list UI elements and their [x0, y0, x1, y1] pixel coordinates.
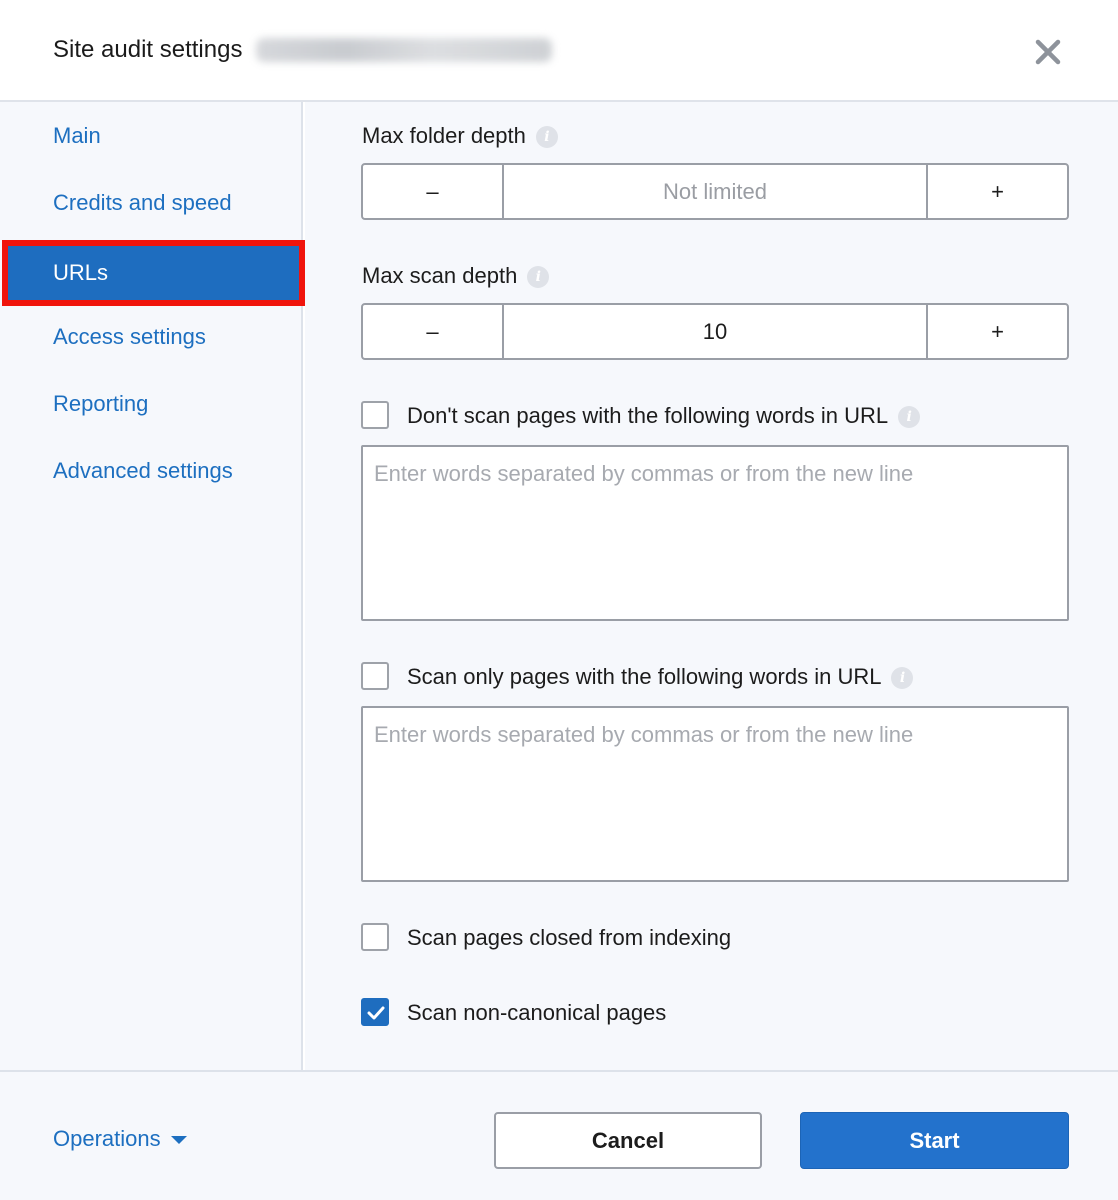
increment-button[interactable]: + [926, 165, 1067, 218]
sidebar-item-main[interactable]: Main [53, 123, 101, 149]
checkmark-icon [367, 1006, 385, 1020]
include-words-text: Scan only pages with the following words… [407, 664, 882, 689]
operations-label: Operations [53, 1126, 161, 1151]
max-scan-depth-stepper: – 10 + [361, 303, 1069, 360]
decrement-button[interactable]: – [363, 305, 504, 358]
sidebar-item-urls[interactable]: URLs [2, 240, 305, 306]
info-icon[interactable]: i [898, 406, 921, 429]
blurred-account-email [256, 38, 552, 62]
include-words-checkbox[interactable] [361, 662, 389, 690]
settings-sidebar: Main Credits and speed URLs Access setti… [0, 102, 305, 1070]
close-icon[interactable] [1028, 32, 1068, 72]
start-button[interactable]: Start [800, 1112, 1069, 1169]
max-scan-depth-text: Max scan depth [362, 263, 518, 288]
dialog-title: Site audit settings [53, 36, 243, 63]
scan-closed-pages-checkbox[interactable] [361, 923, 389, 951]
decrement-button[interactable]: – [363, 165, 504, 218]
max-folder-depth-text: Max folder depth [362, 123, 526, 148]
sidebar-item-advanced-settings[interactable]: Advanced settings [53, 458, 233, 484]
dialog-header: Site audit settings [0, 0, 1118, 102]
max-folder-depth-label: Max folder depth i [362, 123, 558, 149]
max-folder-depth-stepper: – Not limited + [361, 163, 1069, 220]
exclude-words-label: Don't scan pages with the following word… [407, 403, 921, 429]
sidebar-item-credits-and-speed[interactable]: Credits and speed [53, 190, 232, 216]
info-icon[interactable]: i [535, 126, 558, 149]
sidebar-item-label: URLs [53, 260, 109, 285]
exclude-words-input[interactable] [361, 445, 1069, 621]
include-words-label: Scan only pages with the following words… [407, 664, 914, 690]
dialog-footer: Operations Cancel Start [0, 1070, 1118, 1200]
info-icon[interactable]: i [891, 667, 914, 690]
cancel-button[interactable]: Cancel [494, 1112, 762, 1169]
sidebar-item-access-settings[interactable]: Access settings [53, 324, 206, 350]
scan-noncanonical-label: Scan non-canonical pages [407, 1000, 667, 1025]
increment-button[interactable]: + [926, 305, 1067, 358]
exclude-words-checkbox[interactable] [361, 401, 389, 429]
info-icon[interactable]: i [527, 266, 550, 289]
max-folder-depth-value[interactable]: Not limited [504, 165, 926, 218]
scan-closed-pages-label: Scan pages closed from indexing [407, 925, 732, 950]
caret-down-icon [170, 1136, 187, 1145]
max-scan-depth-label: Max scan depth i [362, 263, 550, 289]
scan-noncanonical-checkbox[interactable] [361, 998, 389, 1026]
operations-dropdown[interactable]: Operations [53, 1126, 187, 1152]
exclude-words-text: Don't scan pages with the following word… [407, 403, 889, 428]
include-words-input[interactable] [361, 706, 1069, 882]
max-scan-depth-value[interactable]: 10 [504, 305, 926, 358]
sidebar-item-reporting[interactable]: Reporting [53, 391, 148, 417]
settings-content: Max folder depth i – Not limited + Max sc… [305, 102, 1118, 1070]
